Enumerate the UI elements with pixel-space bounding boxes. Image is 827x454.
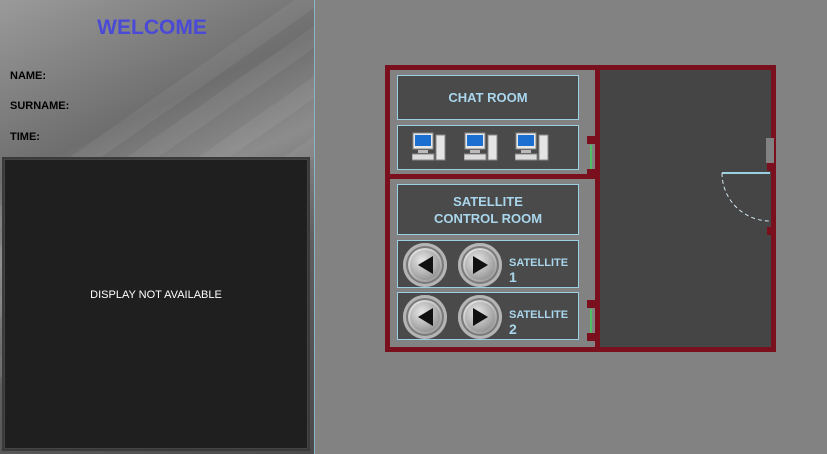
satellite-1-number: 1 (509, 269, 517, 285)
satellite-2-label: SATELLITE 2 (509, 309, 578, 337)
computer-icon[interactable] (464, 132, 498, 162)
satellite-room-label-panel: SATELLITE CONTROL ROOM (397, 184, 579, 235)
right-room (595, 70, 771, 347)
satellite-room-door (590, 309, 592, 333)
user-panel: WELCOME NAME: SURNAME: TIME: DISPLAY NOT… (0, 0, 315, 454)
chat-room-computers (397, 125, 579, 170)
welcome-title: WELCOME (97, 16, 207, 39)
chat-room-label: CHAT ROOM (448, 90, 528, 105)
room-divider-wall (390, 174, 595, 179)
satellite-1-label: SATELLITE 1 (509, 257, 578, 285)
door-marker (587, 169, 595, 177)
satellite-room-label-line1: SATELLITE (453, 194, 523, 209)
door-marker (587, 333, 595, 341)
display-message: DISPLAY NOT AVAILABLE (90, 289, 222, 301)
satellite-2-prev-button[interactable] (403, 295, 447, 339)
chat-room-label-panel: CHAT ROOM (397, 75, 579, 120)
satellite-1-next-button[interactable] (458, 243, 502, 287)
door-hinge (767, 227, 775, 235)
door-gap (766, 138, 774, 163)
display-screen: DISPLAY NOT AVAILABLE (2, 157, 310, 451)
satellite-2-text: SATELLITE (509, 309, 569, 321)
surname-label: SURNAME: (10, 100, 70, 112)
satellite-2-next-button[interactable] (458, 295, 502, 339)
floor-plan: CHAT ROOM SATELLITE CONTROL ROOM SATELLI… (385, 65, 776, 352)
satellite-1-text: SATELLITE (509, 257, 569, 269)
satellite-1-prev-button[interactable] (403, 243, 447, 287)
computer-icon[interactable] (515, 132, 549, 162)
door-marker (587, 136, 595, 144)
chat-room-door (590, 145, 592, 169)
door-hinge (767, 163, 775, 171)
satellite-room-label-line2: CONTROL ROOM (433, 211, 543, 226)
name-label: NAME: (10, 70, 47, 82)
computer-icon[interactable] (412, 132, 446, 162)
satellite-1-control: SATELLITE 1 (397, 240, 579, 288)
door-marker (587, 300, 595, 308)
time-label: TIME: (10, 131, 40, 143)
door-icon (721, 172, 771, 222)
satellite-2-control: SATELLITE 2 (397, 292, 579, 340)
satellite-2-number: 2 (509, 321, 517, 337)
